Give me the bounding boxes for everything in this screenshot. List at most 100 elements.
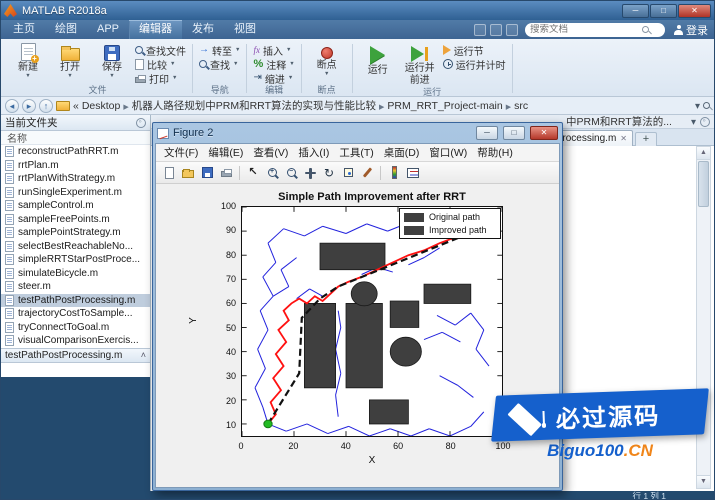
search-icon[interactable]: [642, 26, 649, 33]
tab-editor[interactable]: 编辑器: [129, 20, 182, 39]
tab-publish[interactable]: 发布: [182, 20, 224, 39]
breakpoints-button[interactable]: 断点: [306, 41, 348, 77]
figure-minimize-button[interactable]: [476, 126, 498, 140]
file-list-item[interactable]: trajectoryCostToSample...: [1, 307, 150, 321]
file-list-item[interactable]: tryConnectToGoal.m: [1, 321, 150, 335]
data-cursor-icon[interactable]: [339, 164, 357, 182]
tab-home[interactable]: 主页: [3, 20, 45, 39]
run-button[interactable]: 运行: [357, 41, 399, 76]
compare-button[interactable]: 比较: [135, 58, 186, 70]
breadcrumb-item-project[interactable]: 机器人路径规划中PRM和RRT算法的实现与性能比较: [132, 98, 376, 113]
forward-button[interactable]: [22, 99, 36, 113]
doc-search-input[interactable]: [530, 24, 642, 35]
menu-insert[interactable]: 插入(I): [293, 145, 334, 160]
save-button[interactable]: 保存: [91, 41, 133, 79]
file-list-item[interactable]: samplePointStrategy.m: [1, 226, 150, 240]
figure-close-button[interactable]: [530, 126, 558, 140]
insert-colorbar-icon[interactable]: [385, 164, 403, 182]
quick-access-icon-2[interactable]: [490, 24, 502, 36]
file-list-item[interactable]: simpleRRTStarPostProce...: [1, 253, 150, 267]
mfile-icon: [5, 254, 14, 265]
run-and-advance-button[interactable]: 运行并 前进: [399, 41, 441, 86]
zoom-out-icon[interactable]: −: [282, 164, 300, 182]
back-button[interactable]: [5, 99, 19, 113]
plot-legend[interactable]: Original path Improved path: [399, 208, 501, 239]
run-section-button[interactable]: 运行节: [443, 44, 506, 56]
details-panel-header[interactable]: testPathPostProcessing.m: [1, 348, 150, 363]
menu-tools[interactable]: 工具(T): [334, 145, 378, 160]
legend-entry-improved: Improved path: [404, 225, 496, 235]
menu-help[interactable]: 帮助(H): [472, 145, 518, 160]
file-list-item[interactable]: sampleControl.m: [1, 199, 150, 213]
print-button[interactable]: 打印: [135, 72, 186, 84]
menu-file[interactable]: 文件(F): [159, 145, 203, 160]
edit-plot-icon[interactable]: ↖: [244, 164, 262, 182]
rotate-3d-icon[interactable]: ↻: [320, 164, 338, 182]
open-file-icon[interactable]: [179, 164, 197, 182]
breadcrumb-collapse[interactable]: «: [73, 100, 79, 112]
breadcrumb-item-desktop[interactable]: Desktop: [82, 100, 121, 112]
collapse-icon[interactable]: [141, 350, 146, 361]
editor-panel-menu-icon[interactable]: [700, 117, 710, 127]
file-list-item[interactable]: steer.m: [1, 280, 150, 294]
name-column-header[interactable]: 名称: [1, 131, 150, 145]
breadcrumb-dropdown-icon[interactable]: [695, 100, 700, 112]
file-list-item[interactable]: reconstructPathRRT.m: [1, 145, 150, 159]
menu-desktop[interactable]: 桌面(D): [379, 145, 425, 160]
file-list-item[interactable]: sampleFreePoints.m: [1, 213, 150, 227]
find-files-button[interactable]: 查找文件: [135, 44, 186, 56]
new-figure-icon[interactable]: [160, 164, 178, 182]
sign-in-button[interactable]: 登录: [674, 22, 708, 38]
comment-button[interactable]: % 注释: [253, 58, 294, 70]
scroll-down-icon[interactable]: ▼: [697, 475, 710, 488]
file-list-item[interactable]: runSingleExperiment.m: [1, 186, 150, 200]
breadcrumb-search-icon[interactable]: [703, 102, 710, 109]
tab-view[interactable]: 视图: [224, 20, 266, 39]
scrollbar-thumb[interactable]: [698, 161, 709, 207]
maximize-button[interactable]: [650, 4, 677, 18]
up-folder-button[interactable]: [39, 99, 53, 113]
quick-access-icon-3[interactable]: [506, 24, 518, 36]
tab-plots[interactable]: 绘图: [45, 20, 87, 39]
scroll-up-icon[interactable]: ▲: [697, 147, 710, 160]
close-tab-icon[interactable]: [620, 133, 627, 144]
file-list-item[interactable]: simulateBicycle.m: [1, 267, 150, 281]
file-list-item[interactable]: rrtPlan.m: [1, 159, 150, 173]
menu-view[interactable]: 查看(V): [248, 145, 293, 160]
toolstrip-tab-bar: 主页 绘图 APP 编辑器 发布 视图 登录: [1, 20, 714, 39]
file-list-item[interactable]: selectBestReachableNo...: [1, 240, 150, 254]
run-and-time-button[interactable]: 运行并计时: [443, 58, 506, 70]
file-list-item[interactable]: visualComparisonExercis...: [1, 334, 150, 348]
open-button[interactable]: 打开: [49, 41, 91, 79]
browse-folder-icon[interactable]: [56, 101, 70, 111]
new-button[interactable]: + 新建: [7, 41, 49, 79]
close-button[interactable]: [678, 4, 711, 18]
doc-search-box[interactable]: [525, 23, 665, 37]
menu-window[interactable]: 窗口(W): [424, 145, 472, 160]
file-list-item[interactable]: rrtPlanWithStrategy.m: [1, 172, 150, 186]
tab-apps[interactable]: APP: [87, 20, 129, 39]
save-figure-icon[interactable]: [198, 164, 216, 182]
insert-button[interactable]: fx 插入: [253, 44, 294, 56]
goto-button[interactable]: → 转至: [199, 44, 240, 56]
indent-button[interactable]: ⇥ 缩进: [253, 72, 294, 84]
zoom-in-icon[interactable]: +: [263, 164, 281, 182]
insert-legend-icon[interactable]: [404, 164, 422, 182]
figure-maximize-button[interactable]: [503, 126, 525, 140]
breadcrumb-item-src[interactable]: src: [514, 100, 528, 112]
panel-menu-icon[interactable]: [136, 118, 146, 128]
path-dropdown-icon[interactable]: [691, 116, 696, 128]
minimize-button[interactable]: [622, 4, 649, 18]
menu-edit[interactable]: 编辑(E): [203, 145, 248, 160]
figure-title-bar[interactable]: Figure 2: [155, 123, 560, 143]
figure-toolbar: ↖ + − ↻: [156, 162, 559, 184]
plot-axes[interactable]: [241, 206, 503, 437]
pan-icon[interactable]: [301, 164, 319, 182]
quick-access-icon-1[interactable]: [474, 24, 486, 36]
breadcrumb-item-repo[interactable]: PRM_RRT_Project-main: [387, 100, 502, 112]
file-list-item-selected[interactable]: testPathPostProcessing.m: [1, 294, 150, 308]
print-figure-icon[interactable]: [217, 164, 235, 182]
new-document-tab[interactable]: +: [635, 132, 657, 146]
find-button[interactable]: 查找: [199, 58, 240, 70]
brush-icon[interactable]: [358, 164, 376, 182]
